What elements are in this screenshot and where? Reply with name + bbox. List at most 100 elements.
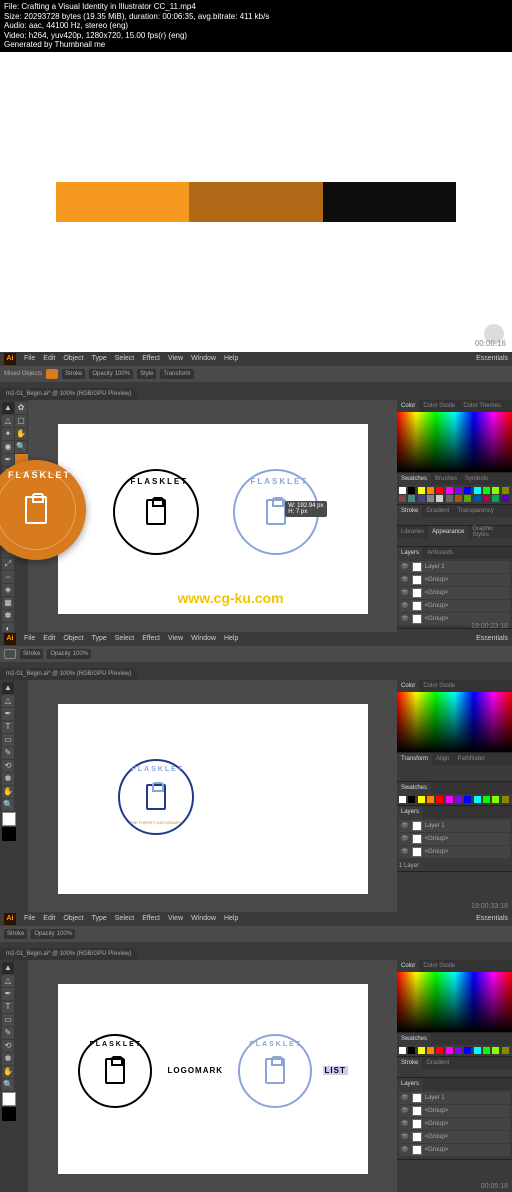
- tab-graphic-styles[interactable]: Graphic Styles: [468, 526, 512, 538]
- canvas[interactable]: FLASKLET LOGOMARK FLASKLET LIST: [28, 960, 397, 1192]
- tab-stroke[interactable]: Stroke: [397, 1057, 422, 1069]
- opacity-field[interactable]: Opacity 100%: [31, 929, 75, 939]
- eyedropper-tool-icon[interactable]: ✽: [2, 1053, 14, 1065]
- selection-tool-icon[interactable]: ▲: [2, 962, 14, 974]
- type-tool-icon[interactable]: T: [2, 721, 14, 733]
- hand-tool-icon[interactable]: ✋: [2, 786, 14, 798]
- tab-artboards[interactable]: Artboards: [423, 547, 457, 559]
- lasso-tool-icon[interactable]: ◉: [2, 441, 14, 453]
- shape-builder-tool-icon[interactable]: ◈: [2, 584, 14, 596]
- rectangle-tool-icon[interactable]: ▭: [2, 734, 14, 746]
- menu-edit[interactable]: Edit: [43, 355, 55, 362]
- logo-badge-black[interactable]: FLASKLET: [78, 1034, 152, 1108]
- layer-row[interactable]: 👁 <Group>: [399, 1118, 510, 1130]
- swatch-grid[interactable]: [397, 485, 512, 504]
- brush-tool-icon[interactable]: ✎: [2, 747, 14, 759]
- menu-type[interactable]: Type: [92, 635, 107, 642]
- tab-color-guide[interactable]: Color Guide: [419, 400, 459, 412]
- menu-object[interactable]: Object: [63, 355, 83, 362]
- layer-row[interactable]: 👁 <Group>: [399, 587, 510, 599]
- width-tool-icon[interactable]: ⇔: [2, 571, 14, 583]
- tab-color-guide[interactable]: Color Guide: [419, 680, 459, 692]
- list-label[interactable]: LIST: [323, 1066, 348, 1075]
- document-tab[interactable]: m2-01_Begin.ai* @ 100% (RGB/GPU Preview): [0, 948, 137, 960]
- tab-color-themes[interactable]: Color Themes: [459, 400, 505, 412]
- tab-stroke[interactable]: Stroke: [397, 505, 422, 517]
- direct-selection-tool-icon[interactable]: △: [2, 415, 14, 427]
- magic-wand-tool-icon[interactable]: ✦: [2, 428, 14, 440]
- gradient-tool-icon[interactable]: ▦: [2, 597, 14, 609]
- eyedropper-tool-icon[interactable]: ✽: [2, 610, 14, 622]
- menu-window[interactable]: Window: [191, 635, 216, 642]
- blend-tool-icon[interactable]: ◐: [2, 623, 14, 632]
- tab-layers[interactable]: Layers: [397, 1078, 423, 1090]
- layer-row[interactable]: 👁 Layer 1: [399, 1092, 510, 1104]
- logo-badge-selected[interactable]: FLASKLET: [238, 1034, 312, 1108]
- scale-tool-icon[interactable]: ⤢: [2, 558, 14, 570]
- menu-type[interactable]: Type: [92, 355, 107, 362]
- pen-tool-icon[interactable]: ✒: [2, 708, 14, 720]
- layer-row[interactable]: 👁 <Group>: [399, 1105, 510, 1117]
- menu-help[interactable]: Help: [224, 355, 238, 362]
- tab-align[interactable]: Align: [432, 753, 453, 765]
- menu-view[interactable]: View: [168, 355, 183, 362]
- stroke-field[interactable]: Stroke: [20, 649, 43, 659]
- pen-tool-icon[interactable]: ✒: [2, 988, 14, 1000]
- layer-row[interactable]: 👁 Layer 1: [399, 820, 510, 832]
- layer-row[interactable]: 👁 Layer 1: [399, 561, 510, 573]
- workspace-switcher[interactable]: Essentials: [476, 635, 508, 642]
- menu-file[interactable]: File: [24, 355, 35, 362]
- workspace-switcher[interactable]: Essentials: [476, 355, 508, 362]
- opacity-field[interactable]: Opacity 100%: [89, 369, 133, 379]
- direct-selection-tool-icon[interactable]: △: [2, 695, 14, 707]
- brush-tool-icon[interactable]: ✎: [2, 1027, 14, 1039]
- tab-layers[interactable]: Layers: [397, 806, 423, 818]
- menu-type[interactable]: Type: [92, 915, 107, 922]
- rectangle-tool-icon[interactable]: ▭: [2, 1014, 14, 1026]
- document-tab[interactable]: m2-01_Begin.ai* @ 100% (RGB/GPU Preview): [0, 388, 137, 400]
- menu-effect[interactable]: Effect: [142, 915, 160, 922]
- tab-transform[interactable]: Transform: [397, 753, 432, 765]
- zoom-tool-icon[interactable]: 🔍: [15, 441, 27, 453]
- tab-libraries[interactable]: Libraries: [397, 526, 428, 538]
- layer-row[interactable]: 👁 <Group>: [399, 1131, 510, 1143]
- stroke-field[interactable]: Stroke: [4, 929, 27, 939]
- selection-tool-icon[interactable]: ▲: [2, 682, 14, 694]
- layer-row[interactable]: 👁 <Group>: [399, 600, 510, 612]
- type-tool-icon[interactable]: T: [2, 1001, 14, 1013]
- tab-pathfinder[interactable]: Pathfinder: [453, 753, 488, 765]
- menu-help[interactable]: Help: [224, 635, 238, 642]
- stroke-color[interactable]: [2, 1107, 16, 1121]
- menu-select[interactable]: Select: [115, 355, 134, 362]
- fill-swatch[interactable]: [46, 369, 58, 379]
- logo-badge-selected[interactable]: FLASKLET THE THIRSTY DICTIONARY: [118, 759, 194, 835]
- tab-color[interactable]: Color: [397, 680, 419, 692]
- tab-layers[interactable]: Layers: [397, 547, 423, 559]
- tab-color[interactable]: Color: [397, 400, 419, 412]
- menu-edit[interactable]: Edit: [43, 915, 55, 922]
- layer-row[interactable]: 👁 <Group>: [399, 1144, 510, 1156]
- tab-color[interactable]: Color: [397, 960, 419, 972]
- logo-badge-black[interactable]: FLASKLET: [113, 469, 199, 555]
- workspace-switcher[interactable]: Essentials: [476, 915, 508, 922]
- tab-symbols[interactable]: Symbols: [461, 473, 492, 485]
- menu-object[interactable]: Object: [63, 915, 83, 922]
- menu-window[interactable]: Window: [191, 355, 216, 362]
- stroke-field[interactable]: Stroke: [62, 369, 85, 379]
- fill-swatch[interactable]: [4, 649, 16, 659]
- tab-swatches[interactable]: Swatches: [397, 1033, 431, 1045]
- menu-view[interactable]: View: [168, 635, 183, 642]
- canvas[interactable]: FLASKLET FLASKLET W: 192.94 pxH: 7 px ww…: [28, 400, 397, 632]
- menu-object[interactable]: Object: [63, 635, 83, 642]
- menu-view[interactable]: View: [168, 915, 183, 922]
- menu-file[interactable]: File: [24, 915, 35, 922]
- document-tab[interactable]: m2-01_Begin.ai* @ 100% (RGB/GPU Preview): [0, 668, 137, 680]
- menu-edit[interactable]: Edit: [43, 635, 55, 642]
- tab-swatches[interactable]: Swatches: [397, 473, 431, 485]
- style-field[interactable]: Style: [137, 369, 156, 379]
- tab-transparency[interactable]: Transparency: [453, 505, 497, 517]
- opacity-field[interactable]: Opacity 100%: [47, 649, 91, 659]
- menu-window[interactable]: Window: [191, 915, 216, 922]
- layer-row[interactable]: 👁 <Group>: [399, 574, 510, 586]
- direct-selection-tool-icon[interactable]: △: [2, 975, 14, 987]
